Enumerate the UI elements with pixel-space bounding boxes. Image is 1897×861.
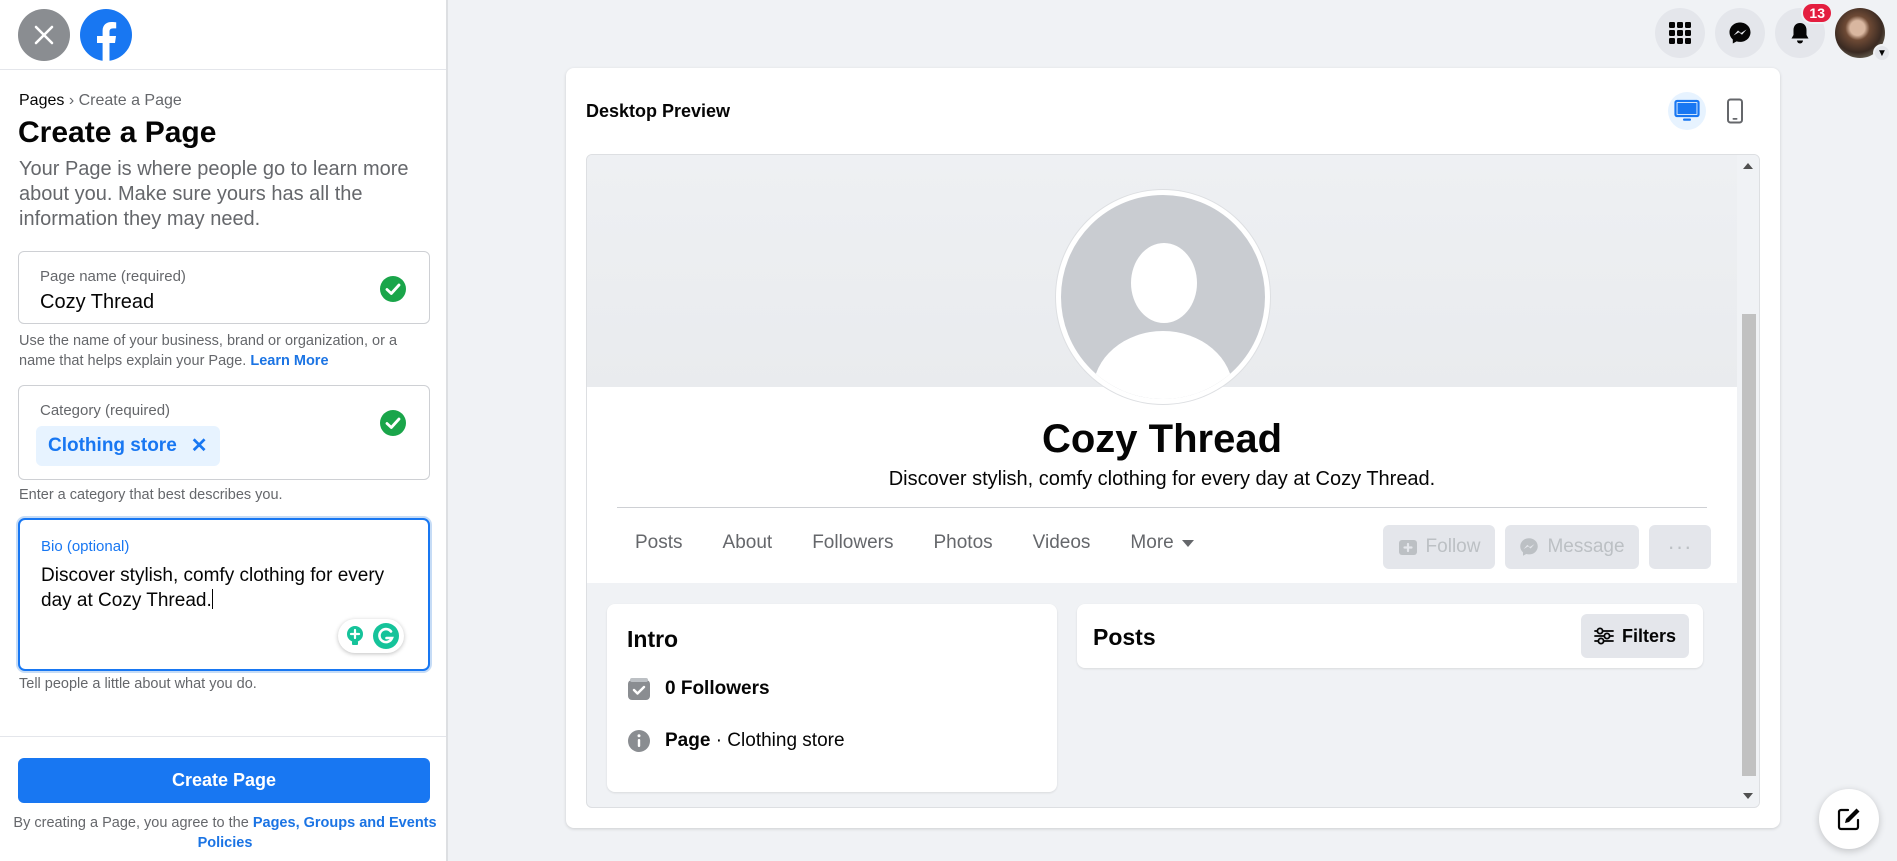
followers-check-icon xyxy=(628,678,650,700)
desktop-icon xyxy=(1674,99,1700,121)
bio-field[interactable]: Bio (optional) Discover stylish, comfy c… xyxy=(18,518,430,671)
compose-button[interactable] xyxy=(1819,789,1879,849)
tab-followers[interactable]: Followers xyxy=(812,532,893,554)
more-actions-button[interactable]: ··· xyxy=(1649,525,1711,569)
messenger-icon xyxy=(1729,22,1751,44)
info-icon xyxy=(628,730,650,752)
intro-page-label: Page xyxy=(665,730,711,751)
scroll-up-arrow-icon[interactable] xyxy=(1743,163,1753,169)
chevron-down-icon: ▼ xyxy=(1873,44,1891,62)
follow-label: Follow xyxy=(1425,536,1481,557)
notifications-button[interactable]: 13 xyxy=(1775,2,1833,58)
tab-more-label: More xyxy=(1130,532,1174,553)
grammarly-icon[interactable] xyxy=(372,622,400,650)
category-field[interactable]: Category (required) Clothing store ✕ xyxy=(18,385,430,480)
preview-page-bio: Discover stylish, comfy clothing for eve… xyxy=(888,468,1436,490)
page-name-label: Page name (required) xyxy=(40,268,186,285)
remove-category-icon[interactable]: ✕ xyxy=(191,436,208,456)
avatar-body-shape xyxy=(1093,331,1233,399)
preview-scrollbar[interactable] xyxy=(1737,155,1759,807)
profile-tabs: Posts About Followers Photos Videos More xyxy=(635,521,1194,565)
caret-down-icon xyxy=(1181,539,1194,547)
intro-followers-row: 0 Followers xyxy=(627,677,770,701)
category-chip-label: Clothing store xyxy=(48,435,177,456)
filters-label: Filters xyxy=(1621,625,1677,646)
tab-photos[interactable]: Photos xyxy=(934,532,993,554)
desktop-preview-button[interactable] xyxy=(1668,92,1706,130)
preview-frame: Cozy Thread Discover stylish, comfy clot… xyxy=(586,154,1760,808)
page-name-input[interactable]: Cozy Thread xyxy=(40,291,154,314)
category-help: Enter a category that best describes you… xyxy=(19,487,283,503)
create-page-button[interactable]: Create Page xyxy=(18,758,430,803)
tab-more[interactable]: More xyxy=(1130,532,1194,554)
posts-title: Posts xyxy=(1093,624,1156,650)
filters-button[interactable]: Filters xyxy=(1581,614,1689,658)
intro-title: Intro xyxy=(627,626,679,652)
terms-text: By creating a Page, you agree to the Pag… xyxy=(10,813,440,853)
compose-icon xyxy=(1837,808,1860,831)
check-circle-icon xyxy=(380,410,406,436)
facebook-logo-icon[interactable] xyxy=(80,8,132,61)
close-icon xyxy=(34,25,54,44)
follow-icon xyxy=(1398,540,1417,555)
messenger-icon xyxy=(1520,538,1539,556)
breadcrumb-pages-link[interactable]: Pages xyxy=(19,92,64,109)
page-description: Your Page is where people go to learn mo… xyxy=(19,158,409,230)
notification-badge: 13 xyxy=(1801,2,1833,24)
filter-sliders-icon xyxy=(1594,627,1614,645)
bell-icon xyxy=(1791,23,1809,44)
category-chip: Clothing store ✕ xyxy=(36,426,220,466)
breadcrumb-separator: › xyxy=(68,92,75,109)
sidebar-header xyxy=(0,0,446,70)
intro-page-category: · Clothing store xyxy=(710,730,845,751)
category-label: Category (required) xyxy=(40,402,171,419)
messenger-button[interactable] xyxy=(1715,8,1765,58)
posts-card: Posts Filters xyxy=(1077,604,1703,668)
bio-textarea[interactable]: Discover stylish, comfy clothing for eve… xyxy=(41,563,411,613)
grid-menu-icon xyxy=(1669,22,1691,44)
bulb-plus-icon[interactable] xyxy=(343,624,367,648)
tab-videos[interactable]: Videos xyxy=(1033,532,1091,554)
mobile-icon xyxy=(1727,98,1743,124)
breadcrumb: Pages › Create a Page xyxy=(19,92,182,110)
intro-card: Intro 0 Followers Page · Clothing store xyxy=(607,604,1057,792)
device-toggle xyxy=(1668,92,1754,130)
message-label: Message xyxy=(1547,536,1625,557)
page-name-help: Use the name of your business, brand or … xyxy=(19,331,429,371)
follow-button[interactable]: Follow xyxy=(1383,525,1495,569)
tab-posts[interactable]: Posts xyxy=(635,532,683,554)
intro-category-text: Page · Clothing store xyxy=(665,730,845,752)
profile-picture-placeholder xyxy=(1056,190,1270,404)
preview-title: Desktop Preview xyxy=(586,101,731,121)
preview-page-name: Cozy Thread xyxy=(1041,417,1283,461)
mobile-preview-button[interactable] xyxy=(1716,92,1754,130)
scroll-down-arrow-icon[interactable] xyxy=(1743,793,1753,799)
page-name-field[interactable]: Page name (required) Cozy Thread xyxy=(18,251,430,324)
page-name-help-text: Use the name of your business, brand or … xyxy=(19,333,398,369)
intro-category-row: Page · Clothing store xyxy=(627,729,845,753)
create-page-sidebar: Pages › Create a Page Create a Page Your… xyxy=(0,0,448,861)
breadcrumb-current: Create a Page xyxy=(78,92,182,109)
bio-help: Tell people a little about what you do. xyxy=(19,676,257,692)
close-button[interactable] xyxy=(18,8,70,61)
writing-assistant-tools xyxy=(338,619,404,653)
learn-more-link[interactable]: Learn More xyxy=(250,353,328,369)
account-avatar[interactable]: ▼ xyxy=(1835,8,1891,62)
message-button[interactable]: Message xyxy=(1505,525,1639,569)
desktop-preview-card: Desktop Preview Cozy Thread Discover sty… xyxy=(566,68,1780,828)
scroll-thumb[interactable] xyxy=(1742,314,1756,776)
tab-about[interactable]: About xyxy=(723,532,773,554)
bio-label: Bio (optional) xyxy=(41,538,130,555)
terms-prefix: By creating a Page, you agree to the xyxy=(13,815,249,831)
page-actions: Follow Message ··· xyxy=(1383,525,1711,569)
page-title: Create a Page xyxy=(18,116,217,149)
top-nav: 13 ▼ xyxy=(1655,2,1891,62)
followers-count: 0 Followers xyxy=(665,678,770,699)
avatar-head-shape xyxy=(1131,243,1197,323)
profile-divider xyxy=(617,507,1707,508)
menu-button[interactable] xyxy=(1655,8,1705,58)
check-circle-icon xyxy=(380,276,406,302)
sidebar-divider xyxy=(0,736,446,737)
